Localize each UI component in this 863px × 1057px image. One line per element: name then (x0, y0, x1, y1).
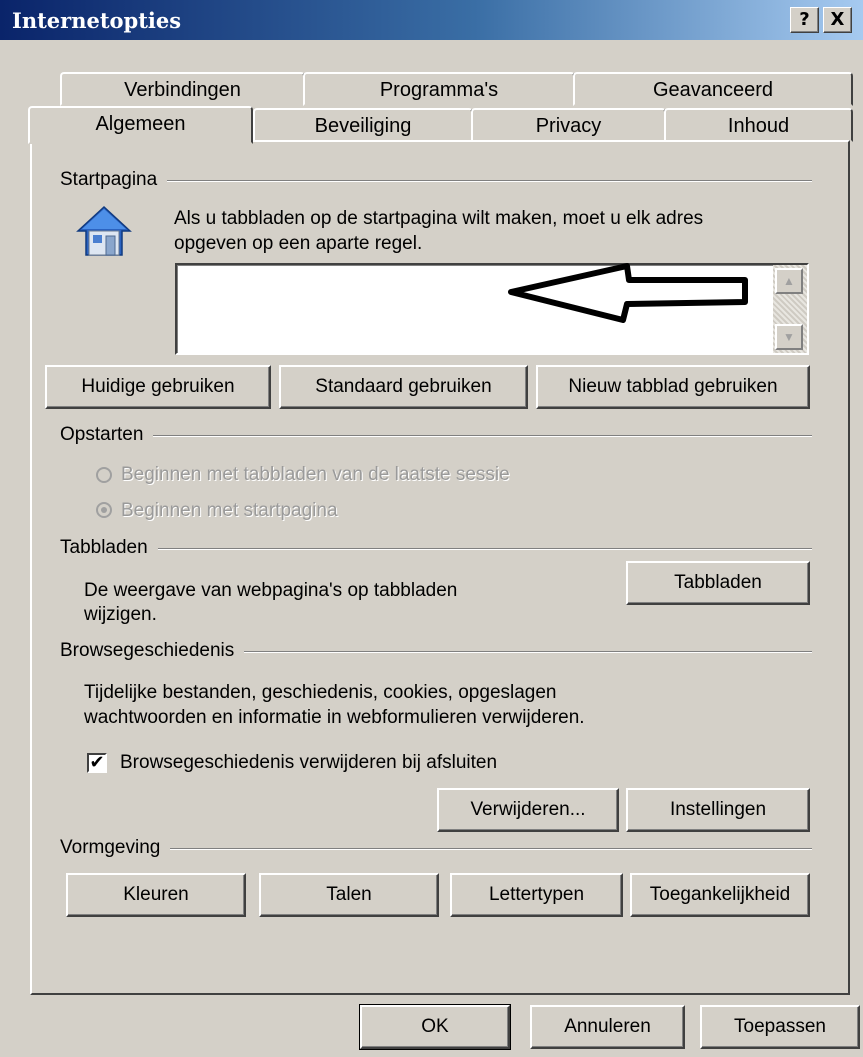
tabbladen-text-line2: wijzigen. (84, 604, 157, 625)
radio-last-session[interactable] (96, 467, 112, 483)
divider-vormgeving (60, 848, 812, 850)
divider-opstarten (60, 435, 812, 437)
divider-tabbladen (60, 548, 812, 550)
fonts-button[interactable]: Lettertypen (450, 873, 623, 917)
delete-history-button[interactable]: Verwijderen... (437, 788, 619, 832)
history-settings-button[interactable]: Instellingen (626, 788, 810, 832)
use-current-button[interactable]: Huidige gebruiken (45, 365, 271, 409)
ok-button[interactable]: OK (359, 1004, 511, 1050)
radio-last-session-label: Beginnen met tabbladen van de laatste se… (121, 464, 510, 485)
browsegeschiedenis-text-line1: Tijdelijke bestanden, geschiedenis, cook… (84, 682, 557, 703)
browsegeschiedenis-text-line2: wachtwoorden en informatie in webformuli… (84, 707, 585, 728)
arrow-annotation-icon (505, 262, 755, 331)
languages-button[interactable]: Talen (259, 873, 439, 917)
radio-startpage-label: Beginnen met startpagina (121, 500, 338, 521)
section-opstarten-label: Opstarten (60, 424, 154, 446)
divider-startpagina (60, 180, 812, 182)
section-tabbladen-label: Tabbladen (60, 537, 158, 559)
startpagina-text-line2: opgeven op een aparte regel. (174, 233, 423, 254)
tabbladen-button[interactable]: Tabbladen (626, 561, 810, 605)
cancel-button[interactable]: Annuleren (530, 1005, 685, 1049)
delete-on-exit-label: Browsegeschiedenis verwijderen bij afslu… (120, 752, 498, 773)
scroll-down-icon[interactable]: ▼ (775, 324, 803, 350)
delete-on-exit-checkbox[interactable]: ✔ (87, 753, 107, 773)
colors-button[interactable]: Kleuren (66, 873, 246, 917)
section-startpagina-label: Startpagina (60, 169, 168, 191)
url-scrollbar[interactable]: ▲ ▼ (773, 265, 807, 353)
accessibility-button[interactable]: Toegankelijkheid (630, 873, 810, 917)
use-new-tab-button[interactable]: Nieuw tabblad gebruiken (536, 365, 810, 409)
apply-button[interactable]: Toepassen (700, 1005, 860, 1049)
section-browsegeschiedenis-label: Browsegeschiedenis (60, 640, 245, 662)
startpagina-text-line1: Als u tabbladen op de startpagina wilt m… (174, 208, 704, 229)
home-icon (76, 203, 132, 259)
section-vormgeving-label: Vormgeving (60, 837, 171, 859)
tabbladen-text-line1: De weergave van webpagina's op tabbladen (84, 580, 458, 601)
scroll-up-icon[interactable]: ▲ (775, 268, 803, 294)
use-default-button[interactable]: Standaard gebruiken (279, 365, 528, 409)
radio-startpage[interactable] (96, 502, 112, 518)
